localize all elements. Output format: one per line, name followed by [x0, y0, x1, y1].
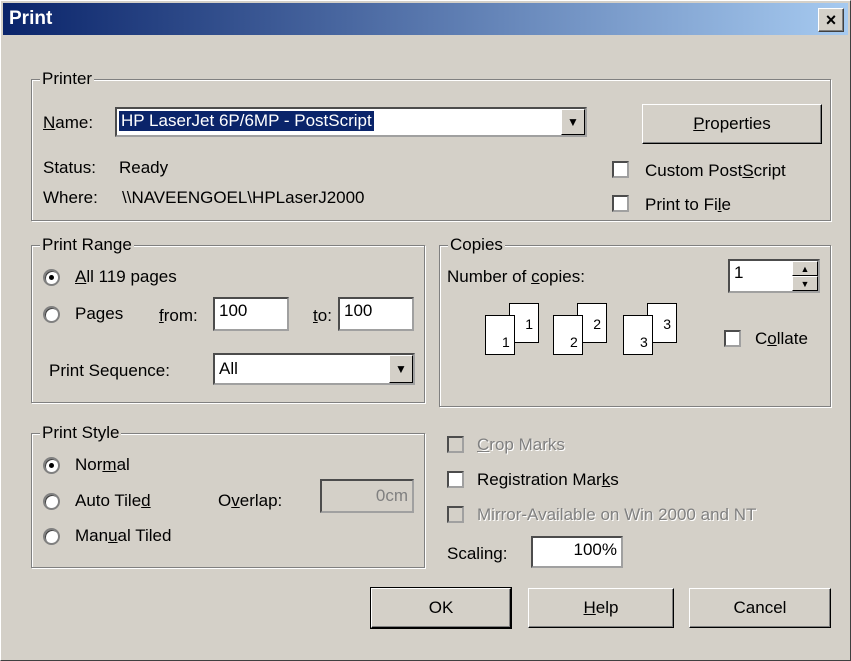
- print-sequence-label: Print Sequence:: [49, 361, 170, 380]
- chevron-down-icon[interactable]: ▼: [561, 109, 585, 135]
- all-pages-label[interactable]: All 119 pages: [75, 267, 177, 287]
- title-bar[interactable]: Print ×: [3, 3, 848, 35]
- manual-tiled-label[interactable]: Manual Tiled: [75, 526, 171, 546]
- cancel-button[interactable]: Cancel: [689, 588, 831, 628]
- normal-radio[interactable]: [43, 457, 60, 474]
- collate-label[interactable]: Collate: [755, 329, 808, 349]
- copies-spinner[interactable]: ▲ ▼: [792, 261, 818, 291]
- print-style-group-label: Print Style: [40, 423, 122, 443]
- print-sequence-select[interactable]: All ▼: [213, 353, 415, 385]
- print-to-file-checkbox[interactable]: [612, 195, 629, 212]
- to-input[interactable]: 100: [338, 297, 414, 331]
- number-of-copies-label: Number of copies:: [447, 267, 585, 286]
- scaling-input[interactable]: 100%: [531, 536, 623, 568]
- registration-marks-checkbox[interactable]: [447, 471, 464, 488]
- where-label: Where:: [43, 188, 98, 207]
- collate-checkbox[interactable]: [724, 330, 741, 347]
- printer-name-select[interactable]: HP LaserJet 6P/6MP - PostScript ▼: [115, 107, 587, 137]
- printer-group-label: Printer: [40, 69, 95, 89]
- auto-tiled-radio[interactable]: [43, 493, 60, 510]
- spin-up-icon[interactable]: ▲: [792, 261, 818, 276]
- crop-marks-checkbox: [447, 436, 464, 453]
- print-range-group-label: Print Range: [40, 235, 134, 255]
- crop-marks-label: Crop Marks: [477, 435, 565, 454]
- custom-postscript-label[interactable]: Custom PostScript: [645, 161, 786, 181]
- to-label: to:: [313, 306, 332, 325]
- window-title: Print: [9, 8, 53, 29]
- printer-name-label: Name:: [43, 113, 94, 132]
- ok-button[interactable]: OK: [370, 587, 512, 629]
- properties-button[interactable]: Properties: [642, 104, 822, 144]
- spin-down-icon[interactable]: ▼: [792, 276, 818, 291]
- all-pages-radio[interactable]: [43, 269, 60, 286]
- mirror-label: Mirror-Available on Win 2000 and NT: [477, 505, 757, 524]
- manual-tiled-radio[interactable]: [43, 528, 60, 545]
- printer-name-value: HP LaserJet 6P/6MP - PostScript: [119, 111, 374, 131]
- where-value: \\NAVEENGOEL\HPLaserJ2000: [122, 188, 365, 207]
- registration-marks-label[interactable]: Registration Marks: [477, 470, 619, 490]
- normal-label[interactable]: Normal: [75, 455, 130, 475]
- status-label: Status:: [43, 158, 96, 177]
- help-button[interactable]: Help: [528, 588, 674, 628]
- custom-postscript-checkbox[interactable]: [612, 161, 629, 178]
- pages-label[interactable]: Pages: [75, 304, 123, 324]
- pages-radio[interactable]: [43, 306, 60, 323]
- status-value: Ready: [119, 158, 169, 177]
- print-to-file-label[interactable]: Print to File: [645, 195, 731, 215]
- scaling-label: Scaling:: [447, 544, 508, 563]
- close-icon[interactable]: ×: [818, 8, 844, 32]
- from-label: from:: [159, 306, 198, 325]
- copies-group-label: Copies: [448, 235, 505, 255]
- chevron-down-icon[interactable]: ▼: [389, 355, 413, 383]
- mirror-checkbox: [447, 506, 464, 523]
- overlap-label: Overlap:: [218, 491, 283, 510]
- from-input[interactable]: 100: [213, 297, 289, 331]
- overlap-input: 0cm: [320, 479, 414, 513]
- auto-tiled-label[interactable]: Auto Tiled: [75, 491, 151, 511]
- print-dialog: Print × Printer Name: HP LaserJet 6P/6MP…: [0, 0, 851, 661]
- print-sequence-value: All: [219, 359, 238, 378]
